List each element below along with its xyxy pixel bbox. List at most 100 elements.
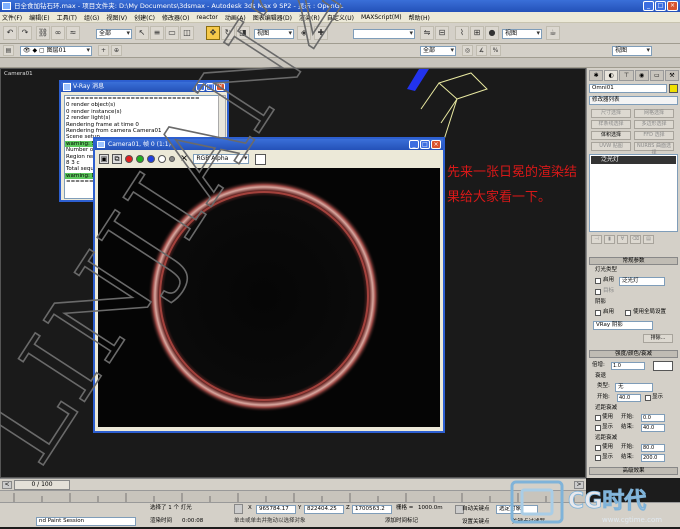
- menu-edit[interactable]: 编辑(E): [29, 13, 49, 22]
- undo-icon[interactable]: ↶: [3, 26, 17, 40]
- modifier-btn-3[interactable]: 多边形选择: [634, 120, 674, 129]
- make-unique-icon[interactable]: ∀: [617, 235, 628, 244]
- menu-tools[interactable]: 工具(T): [57, 13, 77, 22]
- tab-hierarchy-icon[interactable]: ⊤: [619, 70, 634, 81]
- menu-create[interactable]: 创建(C): [134, 13, 155, 22]
- near-show-checkbox[interactable]: [595, 425, 601, 431]
- menu-graph-editors[interactable]: 图表编辑器(D): [253, 13, 292, 22]
- vray-close-button[interactable]: ×: [216, 83, 225, 91]
- red-channel-icon[interactable]: [125, 155, 133, 163]
- general-params-rollout[interactable]: 常规参数: [589, 257, 678, 265]
- menu-rendering[interactable]: 渲染(R): [299, 13, 320, 22]
- view-dropdown-2[interactable]: 视图: [612, 46, 652, 56]
- quick-render-icon[interactable]: ☕: [546, 26, 560, 40]
- link-icon[interactable]: ⛓: [36, 26, 50, 40]
- advanced-effects-rollout[interactable]: 高级效果: [589, 467, 678, 475]
- redo-icon[interactable]: ↷: [18, 26, 32, 40]
- tab-display-icon[interactable]: ▭: [649, 70, 664, 81]
- tab-create-icon[interactable]: ✱: [589, 70, 604, 81]
- scale-icon[interactable]: ◨: [236, 26, 250, 40]
- modifier-btn-1[interactable]: 网格选择: [634, 109, 674, 118]
- tab-motion-icon[interactable]: ◉: [634, 70, 649, 81]
- select-by-name-icon[interactable]: ≡: [150, 26, 164, 40]
- layer-manager-icon[interactable]: ▤: [3, 45, 14, 56]
- move-icon[interactable]: ✥: [206, 26, 220, 40]
- fb-min-button[interactable]: _: [409, 140, 419, 149]
- curve-editor-icon[interactable]: ⌇: [455, 26, 469, 40]
- pivot-center-icon[interactable]: ◈: [297, 26, 311, 40]
- green-channel-icon[interactable]: [136, 155, 144, 163]
- window-crossing-icon[interactable]: ◫: [180, 26, 194, 40]
- fb-close-button[interactable]: ×: [431, 140, 441, 149]
- modifier-btn-6[interactable]: UVW 贴图: [591, 142, 631, 151]
- modifier-stack[interactable]: 泛光灯: [589, 154, 678, 232]
- unlink-icon[interactable]: ∞: [51, 26, 65, 40]
- pin-stack-icon[interactable]: ⊣: [591, 235, 602, 244]
- modifier-btn-2[interactable]: 样条线选择: [591, 120, 631, 129]
- light-enabled-checkbox[interactable]: [595, 278, 601, 284]
- mirror-icon[interactable]: ⇋: [420, 26, 434, 40]
- schematic-view-icon[interactable]: ⊞: [470, 26, 484, 40]
- close-button[interactable]: ×: [667, 1, 678, 11]
- remove-modifier-icon[interactable]: ⌫: [630, 235, 641, 244]
- object-name-field[interactable]: Omni01: [589, 84, 667, 93]
- menu-modifiers[interactable]: 修改器(O): [162, 13, 189, 22]
- light-color-swatch[interactable]: [653, 361, 673, 371]
- set-key-button[interactable]: 设置关键点: [462, 519, 490, 526]
- time-prev-icon[interactable]: <: [2, 481, 12, 489]
- add-to-layer-icon[interactable]: ⊕: [111, 45, 122, 56]
- fb-max-button[interactable]: □: [420, 140, 430, 149]
- ref-coord-dropdown[interactable]: 视图: [254, 29, 294, 39]
- decay-start-spinner[interactable]: 40.0: [617, 394, 641, 402]
- add-time-tag[interactable]: 添加时间标记: [385, 518, 418, 525]
- bind-spacewarp-icon[interactable]: ≈: [66, 26, 80, 40]
- select-object-icon[interactable]: ↖: [135, 26, 149, 40]
- y-coordinate[interactable]: 822404.25: [304, 505, 344, 514]
- filter-dropdown[interactable]: 全部: [420, 46, 456, 56]
- auto-key-button[interactable]: 自动关键点: [462, 506, 490, 513]
- mono-channel-icon[interactable]: [169, 156, 175, 162]
- configure-sets-icon[interactable]: ▤: [643, 235, 654, 244]
- minimize-button[interactable]: _: [643, 1, 654, 11]
- render-view-dropdown[interactable]: 视图: [502, 29, 542, 39]
- modifier-btn-0[interactable]: 尺寸选择: [591, 109, 631, 118]
- decay-type-dropdown[interactable]: 无: [615, 383, 653, 392]
- menu-views[interactable]: 视图(V): [106, 13, 127, 22]
- track-bar[interactable]: [0, 490, 586, 502]
- target-checkbox[interactable]: [595, 289, 601, 295]
- align-icon[interactable]: ⊟: [435, 26, 449, 40]
- menu-file[interactable]: 文件(F): [2, 13, 22, 22]
- menu-help[interactable]: 帮助(H): [409, 13, 430, 22]
- alpha-channel-icon[interactable]: [158, 155, 166, 163]
- frame-buffer-titlebar[interactable]: Camera01, 帧 0 (1:1) _ □ ×: [95, 139, 443, 150]
- vray-min-button[interactable]: _: [196, 83, 205, 91]
- lock-selection-icon[interactable]: [234, 504, 243, 514]
- menu-customize[interactable]: 自定义(U): [327, 13, 354, 22]
- rotate-icon[interactable]: ↻: [221, 26, 235, 40]
- percent-snap-icon[interactable]: %: [490, 45, 501, 56]
- menu-maxscript[interactable]: MAXScript(M): [361, 14, 402, 21]
- shadow-type-dropdown[interactable]: VRay 阴影: [593, 321, 653, 330]
- menu-animation[interactable]: 动画(A): [225, 13, 246, 22]
- material-editor-icon[interactable]: ●: [485, 26, 499, 40]
- channel-dropdown[interactable]: RGB Alpha: [193, 154, 250, 164]
- show-end-result-icon[interactable]: ▮: [604, 235, 615, 244]
- z-coordinate[interactable]: 1700563.2: [352, 505, 392, 514]
- menu-reactor[interactable]: reactor: [196, 14, 218, 21]
- vray-log-titlebar[interactable]: V-Ray 消息 _ □ ×: [61, 82, 227, 92]
- light-type-dropdown[interactable]: 泛光灯: [619, 277, 665, 286]
- vray-max-button[interactable]: □: [206, 83, 215, 91]
- menu-group[interactable]: 组(G): [84, 13, 99, 22]
- tab-modify-icon[interactable]: ◐: [604, 70, 619, 81]
- multiplier-spinner[interactable]: 1.0: [611, 362, 645, 370]
- near-start-spinner[interactable]: 0.0: [641, 414, 665, 422]
- maxscript-listener[interactable]: nd Paint Session: [36, 517, 136, 526]
- modifier-btn-7[interactable]: NURBS 曲面选择: [634, 142, 674, 156]
- time-slider-thumb[interactable]: 0 / 100: [14, 480, 70, 490]
- exclude-button[interactable]: 排除...: [643, 334, 673, 343]
- rect-selection-icon[interactable]: ▭: [165, 26, 179, 40]
- stack-item-omni[interactable]: 泛光灯: [591, 156, 676, 164]
- intensity-rollout[interactable]: 强度/颜色/衰减: [589, 350, 678, 358]
- decay-show-checkbox[interactable]: [645, 395, 651, 401]
- modifier-btn-5[interactable]: FFD 选择: [634, 131, 674, 140]
